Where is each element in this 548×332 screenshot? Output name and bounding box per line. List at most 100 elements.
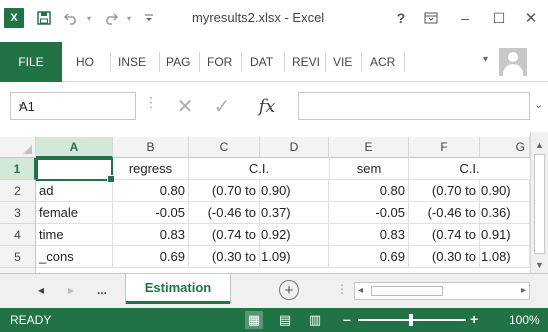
- tab-file[interactable]: FILE: [0, 42, 62, 82]
- enter-icon[interactable]: ✓: [207, 92, 237, 120]
- row-header[interactable]: 3: [0, 202, 36, 224]
- page-break-view-icon[interactable]: ▥: [306, 311, 324, 329]
- page-layout-view-icon[interactable]: ▤: [276, 311, 294, 329]
- cell-e4[interactable]: 0.83: [329, 224, 409, 246]
- row-header[interactable]: 5: [0, 246, 36, 268]
- help-button[interactable]: ?: [388, 6, 414, 30]
- redo-icon[interactable]: [100, 6, 122, 30]
- cell-c1[interactable]: C.I.: [189, 158, 329, 180]
- sheet-tab-estimation[interactable]: Estimation: [126, 274, 230, 304]
- cell-e5[interactable]: 0.69: [329, 246, 409, 268]
- tab-data[interactable]: DAT: [250, 42, 273, 82]
- close-button[interactable]: ✕: [518, 6, 544, 30]
- zoom-in-button[interactable]: +: [470, 311, 478, 327]
- row-header[interactable]: 1: [0, 158, 36, 180]
- cell-g4[interactable]: 0.91): [480, 224, 530, 246]
- insert-function-icon[interactable]: fx: [250, 92, 284, 120]
- vertical-scrollbar[interactable]: ▲ ▼: [530, 132, 548, 273]
- cell-b1[interactable]: regress: [113, 158, 189, 180]
- tab-formulas[interactable]: FOR: [207, 42, 232, 82]
- formula-input[interactable]: [298, 92, 530, 120]
- tab-split-handle[interactable]: ⋮: [336, 282, 348, 296]
- user-avatar[interactable]: [499, 48, 527, 76]
- cell-c3[interactable]: (-0.46 to: [189, 202, 260, 224]
- undo-icon[interactable]: [60, 6, 82, 30]
- chevron-down-icon[interactable]: ▾: [19, 101, 129, 112]
- cell-f4[interactable]: (0.74 to: [409, 224, 480, 246]
- more-sheets-button[interactable]: ...: [97, 283, 107, 297]
- customize-qat-icon[interactable]: [140, 6, 158, 30]
- tab-review[interactable]: REVI: [292, 42, 320, 82]
- ribbon-display-options-icon[interactable]: [418, 6, 444, 30]
- column-header-c[interactable]: C: [189, 137, 260, 158]
- excel-logo-icon[interactable]: X: [4, 8, 24, 28]
- cell-f3[interactable]: (-0.46 to: [409, 202, 480, 224]
- tab-view[interactable]: VIE: [333, 42, 352, 82]
- name-box[interactable]: A1 ▾: [10, 92, 136, 120]
- select-all-button[interactable]: [0, 137, 36, 158]
- scroll-up-icon[interactable]: ▲: [535, 140, 544, 150]
- scroll-right-icon[interactable]: ▸: [521, 285, 526, 296]
- cell-b2[interactable]: 0.80: [113, 180, 189, 202]
- cell-e2[interactable]: 0.80: [329, 180, 409, 202]
- scroll-down-icon[interactable]: ▼: [535, 260, 544, 270]
- scroll-left-icon[interactable]: ◂: [358, 285, 363, 296]
- vertical-scroll-thumb[interactable]: [534, 154, 545, 254]
- column-header-a[interactable]: A: [36, 137, 113, 158]
- zoom-slider-thumb[interactable]: [409, 314, 413, 326]
- row-header[interactable]: 2: [0, 180, 36, 202]
- cell-f2[interactable]: (0.70 to: [409, 180, 480, 202]
- horizontal-scrollbar[interactable]: ◂ ▸: [354, 282, 530, 300]
- column-header-g[interactable]: G: [480, 137, 530, 158]
- ribbon-collapse-icon[interactable]: ▾: [483, 54, 488, 65]
- previous-sheet-icon[interactable]: ◂: [38, 283, 44, 297]
- minimize-button[interactable]: –: [452, 6, 478, 30]
- restore-button[interactable]: ☐: [486, 6, 512, 30]
- cell-c4[interactable]: (0.74 to: [189, 224, 260, 246]
- cell-e3[interactable]: -0.05: [329, 202, 409, 224]
- horizontal-scroll-thumb[interactable]: [371, 286, 443, 296]
- cell-b5[interactable]: 0.69: [113, 246, 189, 268]
- cell-e1[interactable]: sem: [329, 158, 409, 180]
- row-header[interactable]: 4: [0, 224, 36, 246]
- normal-view-icon[interactable]: ▦: [245, 311, 263, 329]
- tab-page-layout[interactable]: PAG: [166, 42, 190, 82]
- cell-a4[interactable]: time: [36, 224, 113, 246]
- status-bar: READY ▦ ▤ ▥ – + 100%: [0, 308, 548, 332]
- expand-formula-bar-icon[interactable]: ⌄: [534, 98, 543, 111]
- cell-c5[interactable]: (0.30 to: [189, 246, 260, 268]
- zoom-out-button[interactable]: –: [343, 311, 351, 327]
- cancel-icon[interactable]: ✕: [170, 92, 200, 120]
- cell-b3[interactable]: -0.05: [113, 202, 189, 224]
- cell-f5[interactable]: (0.30 to: [409, 246, 480, 268]
- tab-separator: [325, 52, 326, 72]
- cell-a5[interactable]: _cons: [36, 246, 113, 268]
- cell-d5[interactable]: 1.09): [260, 246, 329, 268]
- column-header-f[interactable]: F: [409, 137, 480, 158]
- cell-d3[interactable]: 0.37): [260, 202, 329, 224]
- zoom-level[interactable]: 100%: [509, 313, 540, 327]
- cell-c2[interactable]: (0.70 to: [189, 180, 260, 202]
- cell-b4[interactable]: 0.83: [113, 224, 189, 246]
- cell-d4[interactable]: 0.92): [260, 224, 329, 246]
- cell-f1[interactable]: C.I.: [409, 158, 530, 180]
- next-sheet-icon[interactable]: ▸: [68, 283, 74, 297]
- tab-home[interactable]: HO: [76, 42, 94, 82]
- cell-a2[interactable]: ad: [36, 180, 113, 202]
- avatar-body: [503, 64, 523, 76]
- cell-a3[interactable]: female: [36, 202, 113, 224]
- tab-acrobat[interactable]: ACR: [370, 42, 395, 82]
- new-sheet-button[interactable]: +: [279, 280, 299, 300]
- cell-g3[interactable]: 0.36): [480, 202, 530, 224]
- cell-d2[interactable]: 0.90): [260, 180, 329, 202]
- column-header-d[interactable]: D: [260, 137, 329, 158]
- tab-insert[interactable]: INSE: [118, 42, 146, 82]
- save-icon[interactable]: [34, 6, 54, 30]
- column-header-b[interactable]: B: [113, 137, 189, 158]
- redo-dropdown-icon[interactable]: ▾: [124, 6, 134, 30]
- formula-bar-resize-handle[interactable]: ⋮: [144, 94, 158, 111]
- undo-dropdown-icon[interactable]: ▾: [84, 6, 94, 30]
- cell-g5[interactable]: 1.08): [480, 246, 530, 268]
- cell-g2[interactable]: 0.90): [480, 180, 530, 202]
- column-header-e[interactable]: E: [329, 137, 409, 158]
